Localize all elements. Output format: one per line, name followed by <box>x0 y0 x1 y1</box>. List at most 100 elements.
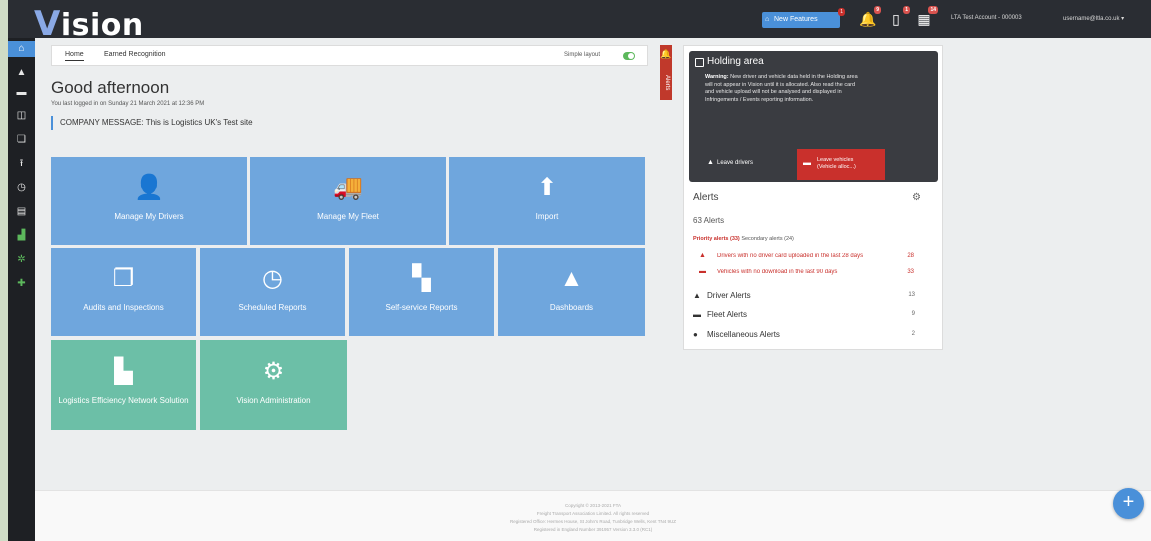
tab-earned-recognition[interactable]: Earned Recognition <box>104 51 166 58</box>
misc-alerts[interactable]: ● Miscellaneous Alerts 2 <box>693 330 933 342</box>
bell-badge: 9 <box>874 6 881 14</box>
user-icon: 👤 <box>134 174 164 202</box>
warning-label: Warning: <box>705 74 729 80</box>
truck-icon: 🚚 <box>333 174 363 202</box>
bell-icon[interactable]: 🔔 9 <box>859 6 881 28</box>
account-selector[interactable]: LTA Test Account - 000003 <box>951 15 1022 21</box>
sidebar: ⌂ ▲ ▬ ◫ ❏ ⭱ ◷ ▤ ▟ ✲ ✚ <box>8 38 35 541</box>
tile-label: Manage My Fleet <box>317 211 379 221</box>
leave-vehicles-button[interactable]: ▬ Leave vehicles (Vehicle alloc...) <box>797 149 885 180</box>
tile-label: Scheduled Reports <box>238 302 307 312</box>
alert-row[interactable]: ▬ Vehicles with no download in the last 9… <box>699 268 934 278</box>
cogs-icon: ⚙ <box>262 357 285 385</box>
holding-warning: Warning: New driver and vehicle data hel… <box>705 74 865 104</box>
home-icon[interactable]: ⌂ <box>8 41 35 57</box>
dashboards-tile[interactable]: ▲ Dashboards <box>498 248 645 336</box>
tab-home[interactable]: Home <box>65 51 84 61</box>
alerts-tabs: Priority alerts (33) Secondary alerts (2… <box>693 236 794 242</box>
tablet-badge: 1 <box>903 6 910 14</box>
sub-navigation: Home Earned Recognition Simple layout <box>51 45 648 66</box>
clock-icon[interactable]: ◷ <box>8 180 35 196</box>
simple-layout-toggle[interactable] <box>623 52 635 60</box>
alert-count: 28 <box>907 253 914 259</box>
tablet-icon[interactable]: ▯ 1 <box>888 6 910 28</box>
truck-icon[interactable]: ▬ <box>8 85 35 101</box>
tile-label: Manage My Drivers <box>114 211 184 221</box>
driver-icon: ▲ <box>693 291 701 300</box>
truck-icon: ▬ <box>699 268 706 275</box>
tile-label: Self-service Reports <box>385 302 458 312</box>
forklift-icon[interactable]: ▟ <box>8 228 35 244</box>
alert-text: Drivers with no driver card uploaded in … <box>717 253 864 259</box>
tile-label: Import <box>535 211 559 221</box>
alerts-tab-label: Alerts <box>664 75 670 91</box>
category-label: Miscellaneous Alerts <box>707 330 780 339</box>
import-tile[interactable]: ⬆ Import <box>449 157 645 245</box>
top-header: Vision New Features 1 🔔 9 ▯ 1 ▦ 14 LTA T… <box>8 0 1151 44</box>
logo-rest: ision <box>60 8 144 43</box>
vision-administration-tile[interactable]: ⚙ Vision Administration <box>200 340 347 430</box>
right-panel: Holding area Warning: New driver and veh… <box>683 45 943 350</box>
upload-icon: ⬆ <box>536 174 558 202</box>
holding-area: Holding area Warning: New driver and veh… <box>689 51 938 182</box>
chart-icon: ▲ <box>559 265 584 293</box>
document-icon <box>695 58 704 67</box>
driver-alerts[interactable]: ▲ Driver Alerts 13 <box>693 291 933 303</box>
clock-icon: ◷ <box>262 265 283 293</box>
alert-row[interactable]: ▲ Drivers with no driver card uploaded in… <box>699 252 934 262</box>
self-service-reports-tile[interactable]: ▚ Self-service Reports <box>349 248 494 336</box>
audits-inspections-tile[interactable]: ❐ Audits and Inspections <box>51 248 196 336</box>
tile-label: Audits and Inspections <box>83 302 164 312</box>
alerts-title: Alerts <box>693 192 719 203</box>
bell-glyph: 🔔 <box>859 11 877 27</box>
alerts-count: 63 Alerts <box>693 216 725 225</box>
dashboard-icon[interactable]: ▤ <box>8 204 35 220</box>
tab-secondary-alerts[interactable]: Secondary alerts (24) <box>741 236 794 242</box>
network-icon[interactable]: ✚ <box>8 276 35 292</box>
gear-icon[interactable]: ⚙ <box>912 192 921 203</box>
manage-my-drivers-tile[interactable]: 👤 Manage My Drivers <box>51 157 247 245</box>
simple-layout-label: Simple layout <box>564 52 601 58</box>
circle-icon: ● <box>693 330 698 339</box>
alert-count: 33 <box>907 269 914 275</box>
category-count: 13 <box>908 292 915 298</box>
alert-text: Vehicles with no download in the last 90… <box>717 269 838 275</box>
company-message: COMPANY MESSAGE: This is Logistics UK's … <box>51 116 253 130</box>
bell-icon: 🔔 <box>660 49 672 59</box>
logo-v: V <box>34 4 61 44</box>
category-label: Driver Alerts <box>707 291 751 300</box>
new-features-badge: 1 <box>838 8 845 16</box>
tab-priority-alerts[interactable]: Priority alerts (33) <box>693 236 740 242</box>
vision-logo[interactable]: Vision <box>34 4 144 44</box>
truck-icon: ▬ <box>693 310 701 319</box>
cogs-icon[interactable]: ✲ <box>8 252 35 268</box>
tile-label: Dashboards <box>549 302 594 312</box>
manage-my-fleet-tile[interactable]: 🚚 Manage My Fleet <box>250 157 446 245</box>
category-count: 9 <box>911 311 915 317</box>
tablet-glyph: ▯ <box>892 11 900 27</box>
footer-line: Registered Office: Hermes House, St John… <box>510 519 676 524</box>
report-icon: ▚ <box>412 265 431 293</box>
logistics-efficiency-tile[interactable]: ▙ Logistics Efficiency Network Solution <box>51 340 196 430</box>
fleet-alerts[interactable]: ▬ Fleet Alerts 9 <box>693 310 933 322</box>
inspection-icon[interactable]: ◫ <box>8 108 35 124</box>
upload-icon[interactable]: ⭱ <box>8 156 35 172</box>
alerts-side-tab[interactable]: 🔔 Alerts <box>660 45 672 100</box>
add-button[interactable]: + <box>1113 488 1144 519</box>
footer-line: Freight Transport Association Limited. A… <box>536 511 650 516</box>
leave-vehicles-sublabel: (Vehicle alloc...) <box>817 164 856 170</box>
scheduled-reports-tile[interactable]: ◷ Scheduled Reports <box>200 248 345 336</box>
driver-icon: ▲ <box>699 252 706 259</box>
user-menu[interactable]: username@ltla.co.uk ▾ <box>1063 15 1124 22</box>
forklift-icon: ▙ <box>114 357 133 385</box>
leave-drivers-button[interactable]: Leave drivers <box>705 152 753 174</box>
greeting-heading: Good afternoon <box>51 78 170 97</box>
calendar-icon[interactable]: ▦ 14 <box>916 6 938 28</box>
category-label: Fleet Alerts <box>707 310 748 319</box>
footer-line: Copyright © 2013-2021 FTA <box>564 503 621 508</box>
new-features-button[interactable]: New Features 1 <box>762 8 845 28</box>
category-count: 2 <box>911 331 915 337</box>
documents-icon[interactable]: ❏ <box>8 132 35 148</box>
car-icon: ▬ <box>803 158 811 167</box>
driver-icon[interactable]: ▲ <box>8 65 35 81</box>
